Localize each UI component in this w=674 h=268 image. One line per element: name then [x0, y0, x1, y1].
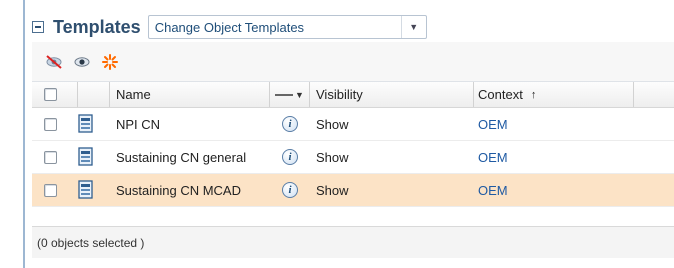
type-column-header [78, 82, 110, 107]
table-row-selected[interactable]: Sustaining CN MCAD i Show OEM [32, 174, 674, 207]
selection-status: (0 objects selected ) [37, 235, 145, 250]
select-all-cell [32, 82, 78, 107]
row-name: NPI CN [116, 116, 161, 132]
template-document-icon [78, 147, 93, 166]
row-info-cell: i [270, 174, 310, 206]
row-checkbox[interactable] [44, 150, 57, 164]
row-visibility: Show [316, 182, 349, 198]
templates-table: Name ▼ Visibility Context ↑ NPI CN i Sho… [32, 42, 674, 260]
row-visibility: Show [316, 149, 349, 165]
row-type-cell [78, 141, 110, 173]
row-checkbox[interactable] [44, 117, 57, 131]
collapse-icon[interactable] [32, 21, 44, 33]
row-context-link[interactable]: OEM [478, 117, 508, 132]
column-menu[interactable]: ▼ [270, 82, 310, 107]
row-checkbox-cell [32, 141, 78, 173]
sort-ascending-icon: ↑ [530, 88, 537, 101]
left-border [23, 0, 25, 268]
row-info-cell: i [270, 141, 310, 173]
template-type-dropdown[interactable]: Change Object Templates ▼ [147, 15, 427, 39]
row-type-cell [78, 108, 110, 140]
column-header-name-label: Name [116, 87, 151, 102]
table-row[interactable]: Sustaining CN general i Show OEM [32, 141, 674, 174]
template-document-icon [78, 114, 93, 133]
table-toolbar [32, 42, 674, 82]
row-context-link[interactable]: OEM [478, 183, 508, 198]
row-checkbox[interactable] [44, 183, 57, 197]
info-icon[interactable]: i [282, 182, 298, 198]
row-info-cell: i [270, 108, 310, 140]
column-header-context[interactable]: Context ↑ [474, 82, 634, 107]
info-icon[interactable]: i [282, 149, 298, 165]
templates-header: Templates Change Object Templates ▼ [32, 12, 427, 42]
column-header-visibility-label: Visibility [316, 87, 363, 102]
select-all-checkbox[interactable] [44, 88, 57, 101]
row-checkbox-cell [32, 108, 78, 140]
column-menu-icon[interactable]: ▼ [275, 90, 304, 100]
template-type-dropdown-value: Change Object Templates [154, 19, 305, 35]
table-header-row: Name ▼ Visibility Context ↑ [32, 82, 674, 108]
show-icon[interactable] [72, 52, 92, 72]
reset-icon[interactable] [100, 52, 120, 72]
column-header-name[interactable]: Name [110, 82, 270, 107]
chevron-down-icon[interactable]: ▼ [400, 16, 426, 38]
row-name: Sustaining CN MCAD [116, 182, 241, 198]
row-context-cell: OEM [474, 108, 634, 140]
row-context-link[interactable]: OEM [478, 150, 508, 165]
hide-icon[interactable] [44, 52, 64, 72]
table-row[interactable]: NPI CN i Show OEM [32, 108, 674, 141]
row-type-cell [78, 174, 110, 206]
row-context-cell: OEM [474, 174, 634, 206]
page-title: Templates [53, 16, 141, 37]
column-header-context-label: Context [478, 87, 523, 102]
template-document-icon [78, 180, 93, 199]
row-visibility: Show [316, 116, 349, 132]
row-name: Sustaining CN general [116, 149, 247, 165]
row-checkbox-cell [32, 174, 78, 206]
row-context-cell: OEM [474, 141, 634, 173]
table-footer: (0 objects selected ) [32, 226, 674, 258]
column-header-visibility[interactable]: Visibility [310, 82, 474, 107]
info-icon[interactable]: i [282, 116, 298, 132]
